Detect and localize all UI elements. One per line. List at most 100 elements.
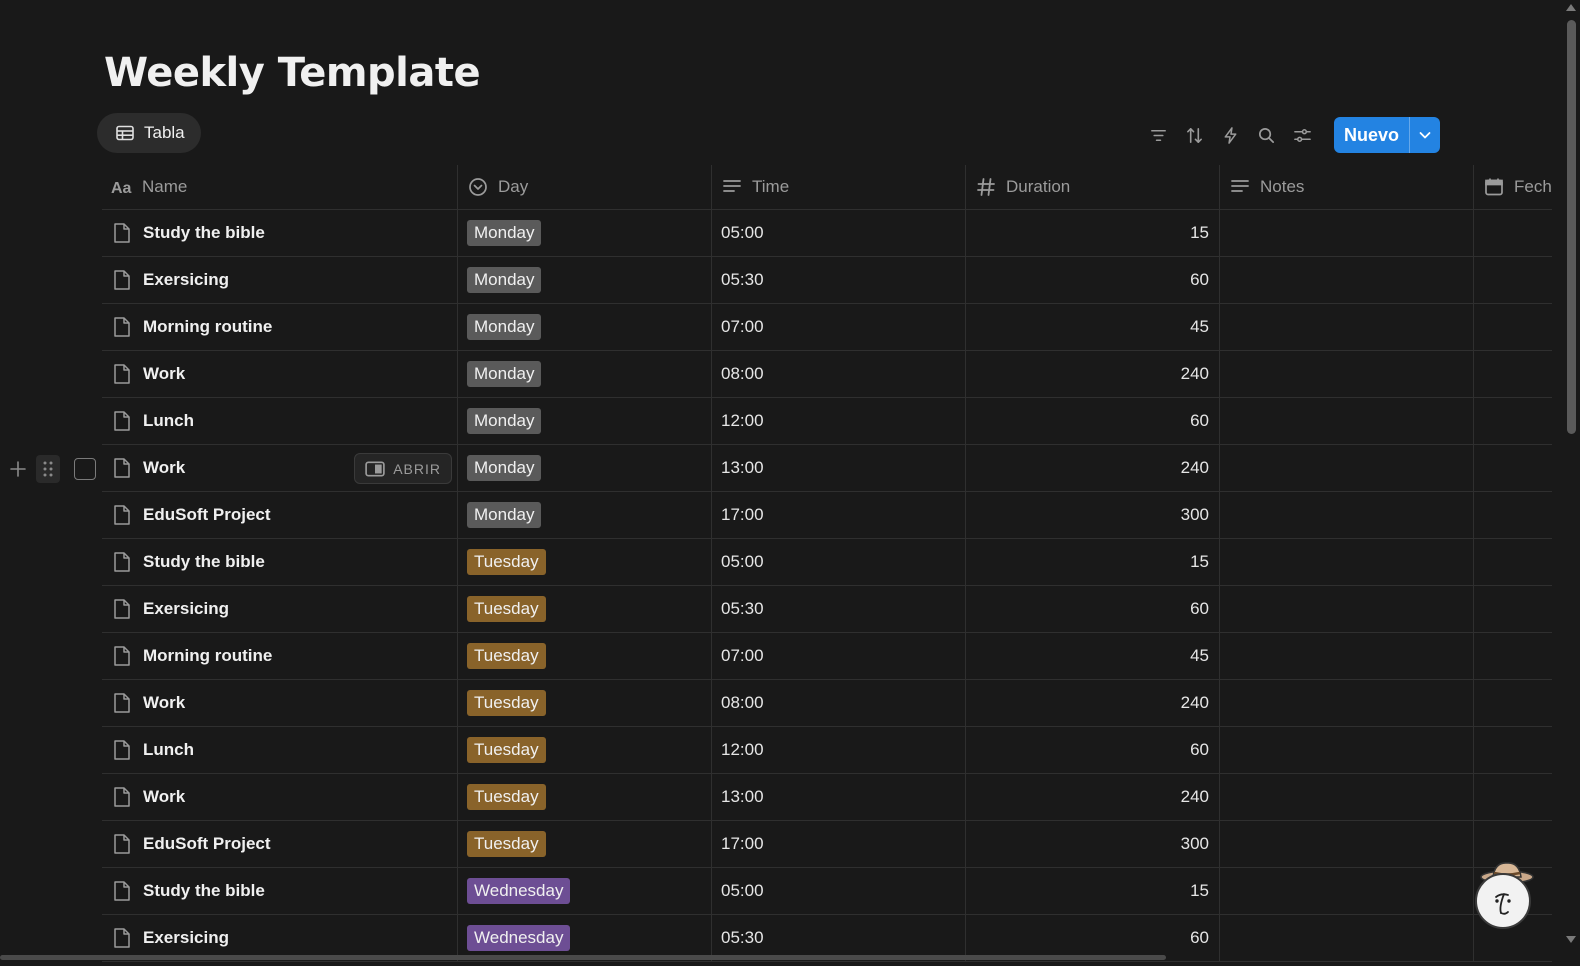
cell-time[interactable]: 12:00 xyxy=(712,398,966,444)
row-title[interactable]: Work xyxy=(143,693,185,713)
help-button[interactable] xyxy=(1475,873,1531,929)
cell-notes[interactable] xyxy=(1220,868,1474,914)
row-title[interactable]: Work xyxy=(143,364,185,384)
cell-name[interactable]: Lunch xyxy=(102,727,458,773)
cell-name[interactable]: Study the bible xyxy=(102,210,458,256)
cell-time[interactable]: 13:00 xyxy=(712,774,966,820)
cell-notes[interactable] xyxy=(1220,539,1474,585)
cell-time[interactable]: 07:00 xyxy=(712,633,966,679)
row-title[interactable]: EduSoft Project xyxy=(143,834,271,854)
cell-day[interactable]: Monday xyxy=(458,304,712,350)
cell-duration[interactable]: 240 xyxy=(966,680,1220,726)
filter-button[interactable] xyxy=(1140,117,1176,153)
cell-duration[interactable]: 240 xyxy=(966,351,1220,397)
table-row[interactable]: Lunch Monday 12:00 60 xyxy=(102,398,1552,445)
cell-name[interactable]: Study the bible xyxy=(102,868,458,914)
cell-duration[interactable]: 300 xyxy=(966,492,1220,538)
column-header-date[interactable]: Fech xyxy=(1474,165,1552,209)
cell-date[interactable] xyxy=(1474,586,1552,632)
row-title[interactable]: EduSoft Project xyxy=(143,505,271,525)
cell-name[interactable]: Morning routine xyxy=(102,304,458,350)
row-title[interactable]: Study the bible xyxy=(143,552,265,572)
cell-name[interactable]: Morning routine xyxy=(102,633,458,679)
cell-duration[interactable]: 15 xyxy=(966,868,1220,914)
cell-time[interactable]: 13:00 xyxy=(712,445,966,491)
cell-notes[interactable] xyxy=(1220,680,1474,726)
row-title[interactable]: Work xyxy=(143,787,185,807)
cell-notes[interactable] xyxy=(1220,210,1474,256)
table-row[interactable]: Work ABRIR Monday 13:00 240 xyxy=(102,445,1552,492)
cell-time[interactable]: 07:00 xyxy=(712,304,966,350)
open-page-button[interactable]: ABRIR xyxy=(354,453,452,484)
cell-date[interactable] xyxy=(1474,633,1552,679)
cell-date[interactable] xyxy=(1474,539,1552,585)
view-settings-button[interactable] xyxy=(1284,117,1320,153)
cell-name[interactable]: EduSoft Project xyxy=(102,492,458,538)
cell-name[interactable]: Exersicing xyxy=(102,586,458,632)
table-row[interactable]: EduSoft Project Monday 17:00 300 xyxy=(102,492,1552,539)
table-row[interactable]: Lunch Tuesday 12:00 60 xyxy=(102,727,1552,774)
row-title[interactable]: Morning routine xyxy=(143,317,272,337)
cell-date[interactable] xyxy=(1474,774,1552,820)
cell-notes[interactable] xyxy=(1220,304,1474,350)
cell-duration[interactable]: 45 xyxy=(966,304,1220,350)
cell-date[interactable] xyxy=(1474,727,1552,773)
drag-handle[interactable] xyxy=(36,455,60,483)
cell-day[interactable]: Monday xyxy=(458,210,712,256)
cell-time[interactable]: 08:00 xyxy=(712,351,966,397)
cell-day[interactable]: Wednesday xyxy=(458,868,712,914)
cell-day[interactable]: Tuesday xyxy=(458,633,712,679)
cell-date[interactable] xyxy=(1474,257,1552,303)
cell-notes[interactable] xyxy=(1220,398,1474,444)
cell-name[interactable]: Lunch xyxy=(102,398,458,444)
cell-duration[interactable]: 60 xyxy=(966,586,1220,632)
table-row[interactable]: Work Tuesday 13:00 240 xyxy=(102,774,1552,821)
cell-name[interactable]: Work xyxy=(102,680,458,726)
cell-duration[interactable]: 15 xyxy=(966,539,1220,585)
row-select-checkbox[interactable] xyxy=(74,458,96,480)
scroll-down-arrow[interactable] xyxy=(1566,936,1576,943)
cell-day[interactable]: Monday xyxy=(458,445,712,491)
cell-duration[interactable]: 240 xyxy=(966,774,1220,820)
new-dropdown-button[interactable] xyxy=(1409,117,1440,153)
cell-day[interactable]: Tuesday xyxy=(458,539,712,585)
cell-name[interactable]: Study the bible xyxy=(102,539,458,585)
table-row[interactable]: Work Tuesday 08:00 240 xyxy=(102,680,1552,727)
cell-time[interactable]: 17:00 xyxy=(712,492,966,538)
column-header-duration[interactable]: Duration xyxy=(966,165,1220,209)
table-row[interactable]: Morning routine Monday 07:00 45 xyxy=(102,304,1552,351)
cell-date[interactable] xyxy=(1474,398,1552,444)
row-title[interactable]: Exersicing xyxy=(143,599,229,619)
cell-notes[interactable] xyxy=(1220,821,1474,867)
cell-time[interactable]: 12:00 xyxy=(712,727,966,773)
cell-day[interactable]: Tuesday xyxy=(458,727,712,773)
table-row[interactable]: Study the bible Monday 05:00 15 xyxy=(102,210,1552,257)
cell-notes[interactable] xyxy=(1220,492,1474,538)
row-title[interactable]: Lunch xyxy=(143,411,194,431)
cell-date[interactable] xyxy=(1474,351,1552,397)
cell-date[interactable] xyxy=(1474,492,1552,538)
cell-notes[interactable] xyxy=(1220,586,1474,632)
column-header-name[interactable]: Aa Name xyxy=(102,165,458,209)
cell-duration[interactable]: 300 xyxy=(966,821,1220,867)
search-button[interactable] xyxy=(1248,117,1284,153)
cell-name[interactable]: Exersicing xyxy=(102,257,458,303)
row-title[interactable]: Study the bible xyxy=(143,223,265,243)
row-title[interactable]: Morning routine xyxy=(143,646,272,666)
cell-notes[interactable] xyxy=(1220,445,1474,491)
cell-name[interactable]: EduSoft Project xyxy=(102,821,458,867)
cell-duration[interactable]: 60 xyxy=(966,257,1220,303)
cell-notes[interactable] xyxy=(1220,257,1474,303)
column-header-notes[interactable]: Notes xyxy=(1220,165,1474,209)
row-title[interactable]: Exersicing xyxy=(143,270,229,290)
column-header-time[interactable]: Time xyxy=(712,165,966,209)
table-row[interactable]: EduSoft Project Tuesday 17:00 300 xyxy=(102,821,1552,868)
row-title[interactable]: Work xyxy=(143,458,185,478)
cell-time[interactable]: 08:00 xyxy=(712,680,966,726)
scroll-up-arrow[interactable] xyxy=(1566,4,1576,11)
add-row-button[interactable] xyxy=(6,455,30,483)
column-header-day[interactable]: Day xyxy=(458,165,712,209)
row-title[interactable]: Study the bible xyxy=(143,881,265,901)
cell-date[interactable] xyxy=(1474,445,1552,491)
cell-duration[interactable]: 60 xyxy=(966,398,1220,444)
